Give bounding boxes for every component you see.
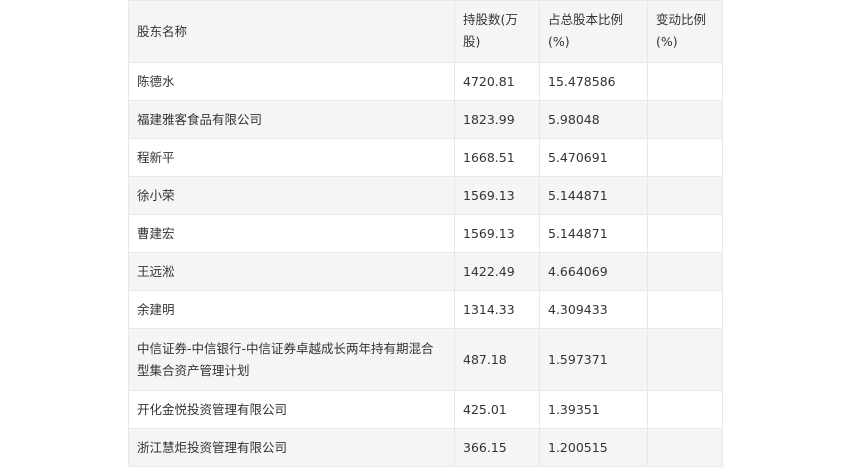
cell-change [647,62,723,101]
cell-ratio: 4.664069 [539,252,648,291]
shareholder-table-container: 股东名称 持股数(万股) 占总股本比例(%) 变动比例(%) 陈德水 4720.… [128,0,723,467]
cell-change [647,252,723,291]
cell-change [647,138,723,177]
cell-change [647,390,723,429]
table-row: 开化金悦投资管理有限公司 425.01 1.39351 [128,390,723,429]
cell-change [647,428,723,467]
cell-shares: 1569.13 [454,176,540,215]
cell-name: 曹建宏 [128,214,455,253]
header-shares: 持股数(万股) [454,0,540,63]
cell-ratio: 1.39351 [539,390,648,429]
cell-change [647,100,723,139]
table-row: 浙江慧炬投资管理有限公司 366.15 1.200515 [128,428,723,467]
cell-name: 程新平 [128,138,455,177]
cell-ratio: 5.144871 [539,214,648,253]
cell-name: 王远淞 [128,252,455,291]
cell-name: 中信证券-中信银行-中信证券卓越成长两年持有期混合型集合资产管理计划 [128,328,455,391]
cell-change [647,290,723,329]
cell-shares: 1823.99 [454,100,540,139]
cell-name: 陈德水 [128,62,455,101]
cell-name: 开化金悦投资管理有限公司 [128,390,455,429]
cell-shares: 4720.81 [454,62,540,101]
cell-shares: 366.15 [454,428,540,467]
cell-shares: 1668.51 [454,138,540,177]
header-change: 变动比例(%) [647,0,723,63]
cell-shares: 487.18 [454,328,540,391]
shareholder-table: 股东名称 持股数(万股) 占总股本比例(%) 变动比例(%) 陈德水 4720.… [128,0,723,467]
cell-shares: 1569.13 [454,214,540,253]
table-header-row: 股东名称 持股数(万股) 占总股本比例(%) 变动比例(%) [128,0,723,63]
cell-ratio: 5.470691 [539,138,648,177]
cell-shares: 1314.33 [454,290,540,329]
cell-name: 福建雅客食品有限公司 [128,100,455,139]
header-name: 股东名称 [128,0,455,63]
cell-change [647,328,723,391]
cell-name: 浙江慧炬投资管理有限公司 [128,428,455,467]
cell-ratio: 5.98048 [539,100,648,139]
cell-ratio: 5.144871 [539,176,648,215]
table-row: 程新平 1668.51 5.470691 [128,138,723,177]
cell-ratio: 1.597371 [539,328,648,391]
cell-ratio: 1.200515 [539,428,648,467]
cell-ratio: 15.478586 [539,62,648,101]
cell-name: 余建明 [128,290,455,329]
table-row: 陈德水 4720.81 15.478586 [128,62,723,101]
table-row: 中信证券-中信银行-中信证券卓越成长两年持有期混合型集合资产管理计划 487.1… [128,328,723,391]
cell-change [647,176,723,215]
table-row: 王远淞 1422.49 4.664069 [128,252,723,291]
header-ratio: 占总股本比例(%) [539,0,648,63]
cell-shares: 1422.49 [454,252,540,291]
cell-ratio: 4.309433 [539,290,648,329]
table-row: 曹建宏 1569.13 5.144871 [128,214,723,253]
cell-change [647,214,723,253]
table-row: 徐小荣 1569.13 5.144871 [128,176,723,215]
table-row: 余建明 1314.33 4.309433 [128,290,723,329]
table-row: 福建雅客食品有限公司 1823.99 5.98048 [128,100,723,139]
cell-name: 徐小荣 [128,176,455,215]
cell-shares: 425.01 [454,390,540,429]
